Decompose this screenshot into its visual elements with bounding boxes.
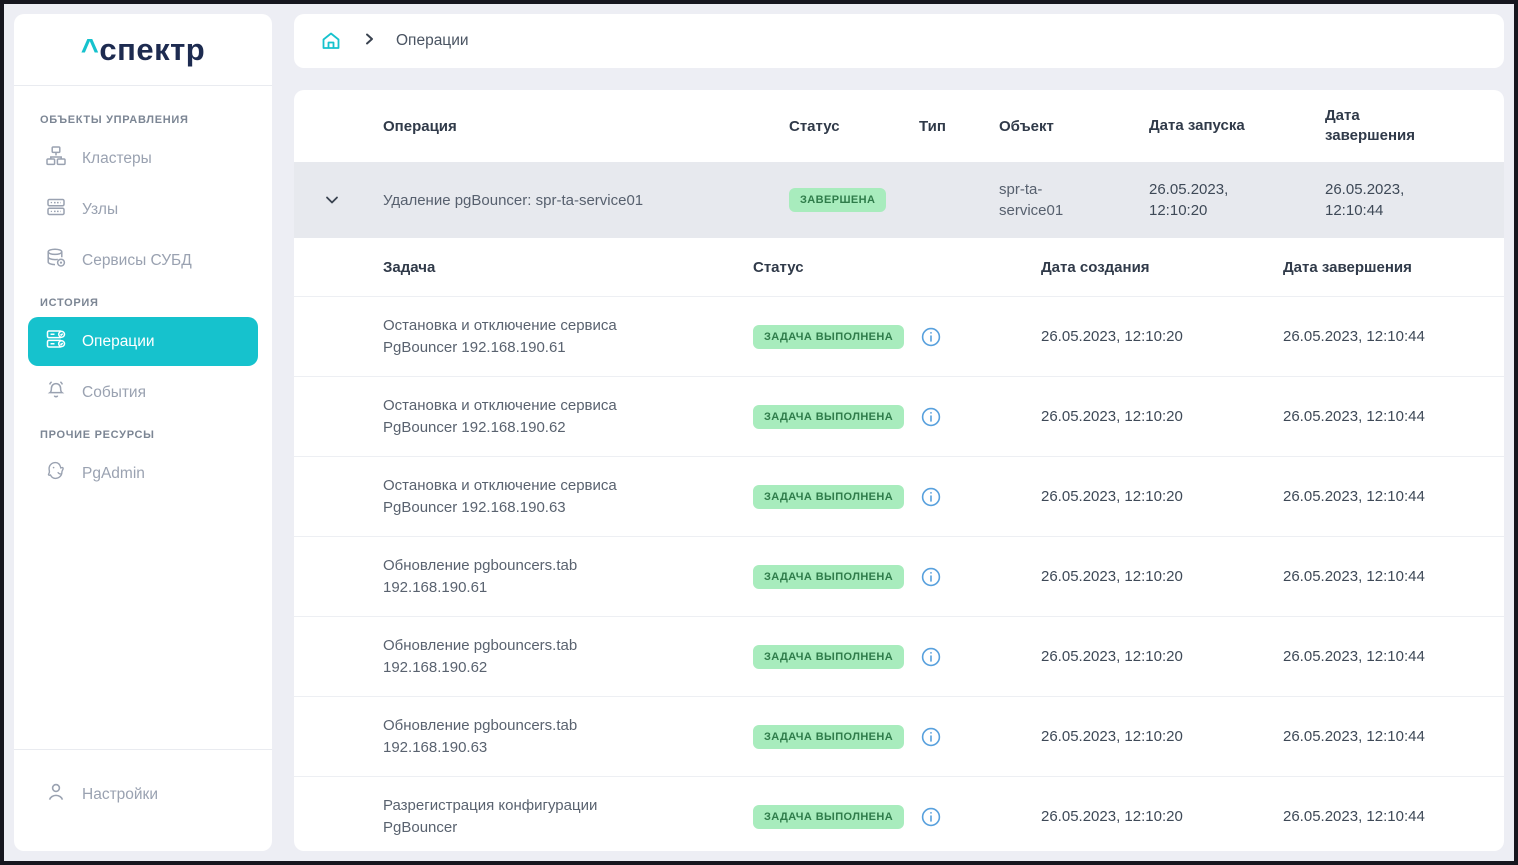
operation-name: Удаление pgBouncer: spr-ta-service01	[383, 192, 789, 209]
sidebar-item-db-services[interactable]: Сервисы СУБД	[28, 236, 258, 285]
task-status-badge: ЗАДАЧА ВЫПОЛНЕНА	[753, 565, 904, 589]
col-header-status: Статус	[789, 118, 919, 135]
operations-icon	[45, 328, 67, 355]
info-icon[interactable]	[920, 486, 942, 508]
operation-start-date: 26.05.2023, 12:10:20	[1149, 179, 1261, 221]
breadcrumb-page: Операции	[396, 32, 469, 50]
table-row: Обновление pgbouncers.tab 192.168.190.62…	[294, 616, 1504, 696]
col-header-task: Задача	[383, 259, 753, 276]
col-header-finished-date: Дата завершения	[1283, 259, 1504, 276]
table-row: Остановка и отключение сервиса PgBouncer…	[294, 376, 1504, 456]
info-icon[interactable]	[920, 806, 942, 828]
task-status-badge: ЗАДАЧА ВЫПОЛНЕНА	[753, 485, 904, 509]
task-finished-date: 26.05.2023, 12:10:44	[1283, 808, 1504, 825]
task-name: Остановка и отключение сервиса PgBouncer…	[383, 395, 688, 439]
operation-object: spr-ta-service01	[999, 179, 1099, 221]
sidebar-item-label: События	[82, 384, 146, 402]
col-header-object: Объект	[999, 118, 1149, 135]
task-created-date: 26.05.2023, 12:10:20	[1041, 728, 1283, 745]
task-created-date: 26.05.2023, 12:10:20	[1041, 568, 1283, 585]
logo-caret: ^	[81, 32, 100, 67]
info-icon[interactable]	[920, 566, 942, 588]
task-name: Остановка и отключение сервиса PgBouncer…	[383, 475, 688, 519]
sidebar: ^спектр ОБЪЕКТЫ УПРАВЛЕНИЯ Кластеры	[14, 14, 272, 851]
task-name: Разрегистрация конфигурации PgBouncer	[383, 795, 688, 839]
task-created-date: 26.05.2023, 12:10:20	[1041, 328, 1283, 345]
logo[interactable]: ^спектр	[14, 14, 272, 86]
operations-table-header: Операция Статус Тип Объект Дата запуска …	[294, 90, 1504, 162]
task-name: Остановка и отключение сервиса PgBouncer…	[383, 315, 688, 359]
db-services-icon	[45, 247, 67, 274]
sidebar-item-label: Сервисы СУБД	[82, 252, 192, 270]
task-status-badge: ЗАДАЧА ВЫПОЛНЕНА	[753, 325, 904, 349]
events-icon	[45, 379, 67, 406]
sidebar-item-label: Настройки	[82, 786, 158, 804]
table-row: Обновление pgbouncers.tab 192.168.190.61…	[294, 536, 1504, 616]
table-row: Остановка и отключение сервиса PgBouncer…	[294, 456, 1504, 536]
home-icon[interactable]	[320, 30, 342, 52]
info-icon[interactable]	[920, 326, 942, 348]
clusters-icon	[45, 145, 67, 172]
task-status-badge: ЗАДАЧА ВЫПОЛНЕНА	[753, 645, 904, 669]
sidebar-footer: Настройки	[14, 749, 272, 851]
table-row: Обновление pgbouncers.tab 192.168.190.63…	[294, 696, 1504, 776]
operation-status-badge: ЗАВЕРШЕНА	[789, 188, 886, 212]
task-status-badge: ЗАДАЧА ВЫПОЛНЕНА	[753, 725, 904, 749]
nodes-icon	[45, 196, 67, 223]
task-finished-date: 26.05.2023, 12:10:44	[1283, 728, 1504, 745]
task-finished-date: 26.05.2023, 12:10:44	[1283, 408, 1504, 425]
task-finished-date: 26.05.2023, 12:10:44	[1283, 488, 1504, 505]
sidebar-item-operations[interactable]: Операции	[28, 317, 258, 366]
sidebar-item-label: Кластеры	[82, 150, 152, 168]
tasks-table-header: Задача Статус Дата создания Дата заверше…	[294, 238, 1504, 296]
chevron-down-icon[interactable]	[324, 192, 340, 208]
task-created-date: 26.05.2023, 12:10:20	[1041, 648, 1283, 665]
sidebar-item-label: PgAdmin	[82, 465, 145, 483]
task-created-date: 26.05.2023, 12:10:20	[1041, 408, 1283, 425]
operations-table: Операция Статус Тип Объект Дата запуска …	[294, 90, 1504, 851]
task-name: Обновление pgbouncers.tab 192.168.190.62	[383, 635, 688, 679]
app-window: ^спектр ОБЪЕКТЫ УПРАВЛЕНИЯ Кластеры	[0, 0, 1518, 865]
col-header-type: Тип	[919, 118, 999, 135]
table-row: Разрегистрация конфигурации PgBouncer ЗА…	[294, 776, 1504, 851]
operation-row[interactable]: Удаление pgBouncer: spr-ta-service01 ЗАВ…	[294, 162, 1504, 238]
section-title-other-resources: ПРОЧИЕ РЕСУРСЫ	[40, 429, 246, 441]
task-created-date: 26.05.2023, 12:10:20	[1041, 488, 1283, 505]
col-header-operation: Операция	[383, 118, 789, 135]
info-icon[interactable]	[920, 726, 942, 748]
col-header-start-date: Дата запуска	[1149, 116, 1279, 136]
col-header-task-status: Статус	[753, 259, 1041, 276]
pgadmin-icon	[45, 460, 67, 487]
task-name: Обновление pgbouncers.tab 192.168.190.61	[383, 555, 688, 599]
sidebar-item-pgadmin[interactable]: PgAdmin	[28, 449, 258, 498]
logo-text: спектр	[99, 32, 205, 67]
task-finished-date: 26.05.2023, 12:10:44	[1283, 568, 1504, 585]
chevron-right-icon	[362, 32, 376, 51]
sidebar-item-label: Операции	[82, 333, 155, 351]
sidebar-item-label: Узлы	[82, 201, 118, 219]
section-title-objects: ОБЪЕКТЫ УПРАВЛЕНИЯ	[40, 114, 246, 126]
main-content: Операции Операция Статус Тип Объект Дата…	[294, 14, 1504, 851]
sidebar-item-clusters[interactable]: Кластеры	[28, 134, 258, 183]
sidebar-item-nodes[interactable]: Узлы	[28, 185, 258, 234]
col-header-created-date: Дата создания	[1041, 259, 1283, 276]
sidebar-item-events[interactable]: События	[28, 368, 258, 417]
task-finished-date: 26.05.2023, 12:10:44	[1283, 648, 1504, 665]
sidebar-item-settings[interactable]: Настройки	[28, 770, 258, 819]
section-title-history: ИСТОРИЯ	[40, 297, 246, 309]
info-icon[interactable]	[920, 406, 942, 428]
task-status-badge: ЗАДАЧА ВЫПОЛНЕНА	[753, 805, 904, 829]
task-status-badge: ЗАДАЧА ВЫПОЛНЕНА	[753, 405, 904, 429]
task-name: Обновление pgbouncers.tab 192.168.190.63	[383, 715, 688, 759]
operation-finish-date: 26.05.2023, 12:10:44	[1325, 179, 1437, 221]
info-icon[interactable]	[920, 646, 942, 668]
user-icon	[45, 781, 67, 808]
table-row: Остановка и отключение сервиса PgBouncer…	[294, 296, 1504, 376]
task-created-date: 26.05.2023, 12:10:20	[1041, 808, 1283, 825]
col-header-finish-date: Дата завершения	[1325, 106, 1455, 147]
task-finished-date: 26.05.2023, 12:10:44	[1283, 328, 1504, 345]
breadcrumb: Операции	[294, 14, 1504, 68]
sidebar-nav: ОБЪЕКТЫ УПРАВЛЕНИЯ Кластеры	[14, 86, 272, 500]
